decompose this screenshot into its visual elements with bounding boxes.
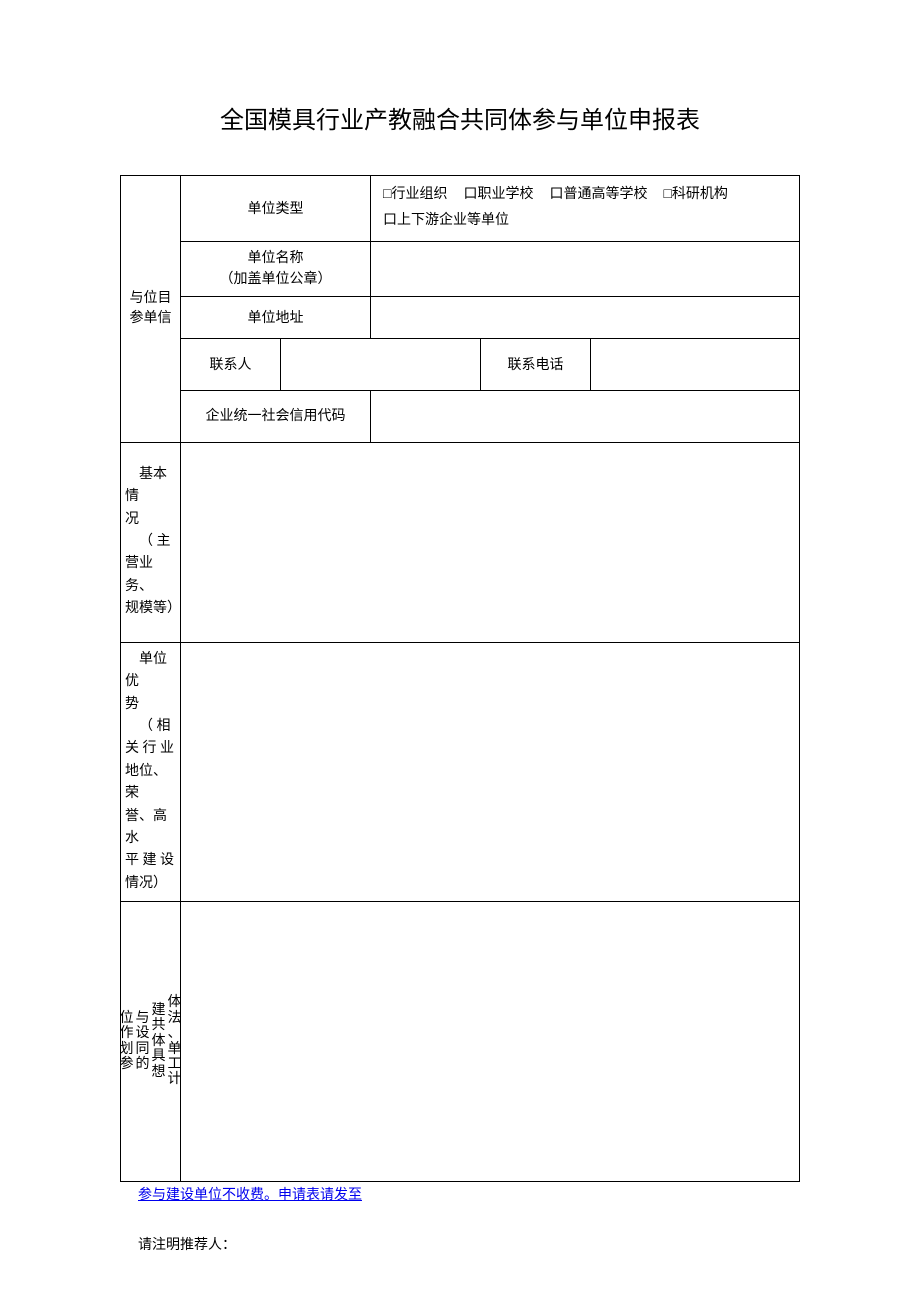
advantages-field[interactable] [181,642,800,901]
phone-label: 联系电话 [481,338,591,390]
contact-field[interactable] [281,338,481,390]
unit-address-label: 单位地址 [181,296,371,338]
unit-type-opt-industry[interactable]: □行业组织 [383,184,447,206]
unit-type-label: 单位类型 [181,176,371,242]
plan-label: 位作划参 与设同的 建共体具想 体法、单工计 [121,902,181,1182]
unit-type-options: □行业组织 口职业学校 口普通高等学校 □科研机构 口上下游企业等单位 [371,176,800,242]
advantages-label: 单位优 势 （ 相 关 行 业 地位、荣 誉、高水 平 建 设 情况） [121,642,181,901]
unit-type-opt-higher-ed[interactable]: 口普通高等学校 [549,184,647,206]
unit-type-opt-enterprise[interactable]: 口上下游企业等单位 [383,210,509,232]
basic-info-label: 基本情 况 （ 主 营业务、 规模等） [121,442,181,642]
page-title: 全国模具行业产教融合共同体参与单位申报表 [120,100,800,135]
section1-header: 与位目参单信 [121,176,181,443]
unit-name-field[interactable] [371,241,800,296]
contact-label: 联系人 [181,338,281,390]
unit-address-field[interactable] [371,296,800,338]
fee-notice-link[interactable]: 参与建设单位不收费。申请表请发至 [138,1184,800,1204]
plan-field[interactable] [181,902,800,1182]
unit-type-opt-vocational[interactable]: 口职业学校 [463,184,533,206]
credit-code-label: 企业统一社会信用代码 [181,390,371,442]
basic-info-field[interactable] [181,442,800,642]
unit-type-opt-research[interactable]: □科研机构 [663,184,727,206]
credit-code-field[interactable] [371,390,800,442]
unit-name-label: 单位名称 （加盖单位公章） [181,241,371,296]
phone-field[interactable] [591,338,800,390]
application-form-table: 与位目参单信 单位类型 □行业组织 口职业学校 口普通高等学校 □科研机构 口上… [120,175,800,1182]
recommender-note: 请注明推荐人： [138,1234,800,1254]
